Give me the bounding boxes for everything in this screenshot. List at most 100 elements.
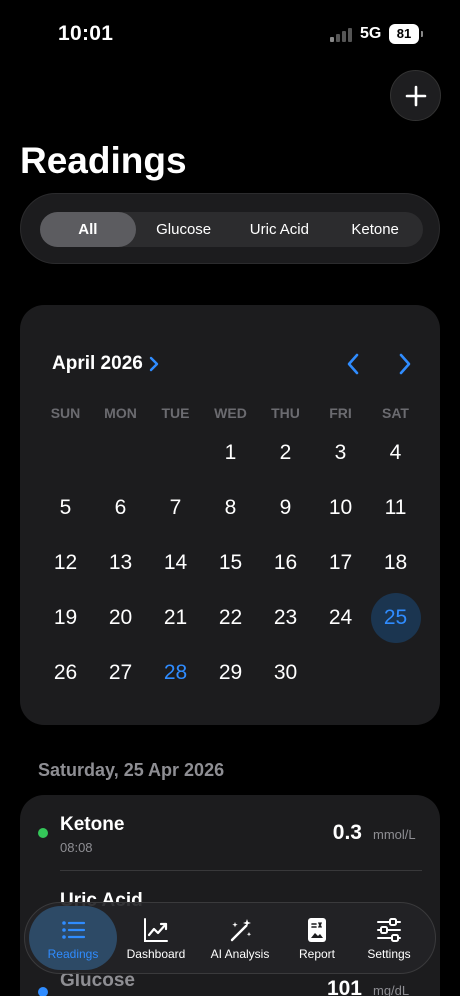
day-number: 23 — [273, 605, 298, 629]
filter-glucose[interactable]: Glucose — [136, 212, 232, 247]
reading-time: 08:08 — [60, 840, 93, 855]
calendar-day[interactable]: 16 — [258, 535, 313, 590]
calendar-day[interactable]: 5 — [38, 480, 93, 535]
calendar-day[interactable]: 26 — [38, 645, 93, 700]
calendar-day[interactable]: 9 — [258, 480, 313, 535]
day-number: 29 — [218, 660, 243, 684]
day-number: 8 — [224, 495, 237, 519]
calendar-empty-cell — [93, 425, 148, 480]
calendar-day[interactable]: 28 — [148, 645, 203, 700]
sliders-icon — [377, 917, 401, 942]
day-number: 26 — [53, 660, 78, 684]
filter-segmented-control: All Glucose Uric Acid Ketone — [40, 212, 423, 247]
chevron-left-icon — [347, 353, 359, 375]
filter-all[interactable]: All — [40, 212, 136, 247]
day-number: 12 — [53, 550, 78, 574]
calendar-day[interactable]: 21 — [148, 590, 203, 645]
calendar-day[interactable]: 11 — [368, 480, 423, 535]
calendar-day[interactable]: 12 — [38, 535, 93, 590]
reading-type: Ketone — [60, 814, 125, 835]
tab-settings[interactable]: Settings — [349, 906, 429, 970]
calendar-day[interactable]: 7 — [148, 480, 203, 535]
day-number: 6 — [114, 495, 127, 519]
weekday-label: TUE — [161, 405, 190, 421]
previous-month-button[interactable] — [340, 349, 366, 379]
day-number: 3 — [334, 440, 347, 464]
calendar-days-grid: 1 2 3 4 5 6 7 8 9 10 11 12 13 14 15 16 17 18 19 20 21 22 23 24 2… — [38, 425, 423, 700]
day-number: 20 — [108, 605, 133, 629]
battery-icon: 81 — [389, 24, 423, 44]
weekday-label: SAT — [382, 405, 409, 421]
calendar-day[interactable]: 3 — [313, 425, 368, 480]
status-dot — [38, 828, 48, 838]
tab-report[interactable]: Report — [285, 906, 349, 970]
tab-ai-analysis[interactable]: AI Analysis — [195, 906, 285, 970]
calendar-day[interactable]: 30 — [258, 645, 313, 700]
status-dot — [38, 987, 48, 996]
calendar-card: April 2026 SUN MON TUE WED THU FRI SAT 1… — [20, 305, 440, 725]
calendar-day[interactable]: 25 — [368, 590, 423, 645]
calendar-day[interactable]: 6 — [93, 480, 148, 535]
chevron-right-icon — [149, 356, 159, 372]
calendar-empty-cell — [313, 645, 368, 700]
calendar-empty-cell — [148, 425, 203, 480]
tab-readings[interactable]: Readings — [29, 906, 117, 970]
day-number: 1 — [224, 440, 237, 464]
weekday-label: THU — [271, 405, 300, 421]
day-number: 5 — [59, 495, 72, 519]
calendar-day[interactable]: 23 — [258, 590, 313, 645]
weekday-header: SUN MON TUE WED THU FRI SAT — [38, 405, 423, 421]
tab-label: AI Analysis — [210, 946, 270, 961]
calendar-day[interactable]: 18 — [368, 535, 423, 590]
tab-dashboard[interactable]: Dashboard — [117, 906, 195, 970]
calendar-day[interactable]: 24 — [313, 590, 368, 645]
month-picker[interactable]: April 2026 — [52, 353, 159, 375]
weekday-label: SUN — [50, 405, 81, 421]
reading-row[interactable]: Ketone 08:08 0.3 mmol/L — [20, 795, 440, 871]
calendar-day[interactable]: 10 — [313, 480, 368, 535]
calendar-day[interactable]: 2 — [258, 425, 313, 480]
reading-value: 0.3 — [332, 821, 362, 844]
sparkle-wand-icon — [230, 918, 252, 941]
day-number: 11 — [384, 495, 407, 519]
calendar-day[interactable]: 20 — [93, 590, 148, 645]
signal-icon — [330, 28, 352, 42]
reading-value: 101 — [326, 977, 362, 996]
page-title: Readings — [20, 140, 187, 181]
filter-container: All Glucose Uric Acid Ketone — [20, 193, 440, 264]
calendar-day[interactable]: 14 — [148, 535, 203, 590]
calendar-day[interactable]: 22 — [203, 590, 258, 645]
day-number: 27 — [108, 660, 133, 684]
tab-label: Readings — [47, 946, 99, 961]
day-number: 16 — [273, 550, 298, 574]
weekday-label: WED — [214, 405, 247, 421]
filter-ketone[interactable]: Ketone — [327, 212, 423, 247]
add-reading-button[interactable] — [390, 70, 441, 121]
reading-unit: mmol/L — [373, 827, 416, 842]
calendar-day[interactable]: 13 — [93, 535, 148, 590]
day-number: 14 — [163, 550, 188, 574]
calendar-day[interactable]: 19 — [38, 590, 93, 645]
next-month-button[interactable] — [392, 349, 418, 379]
day-number: 19 — [53, 605, 78, 629]
tab-label: Settings — [367, 946, 411, 961]
calendar-day[interactable]: 8 — [203, 480, 258, 535]
calendar-day[interactable]: 1 — [203, 425, 258, 480]
tab-label: Report — [298, 946, 336, 961]
calendar-day[interactable]: 17 — [313, 535, 368, 590]
date-section-header: Saturday, 25 Apr 2026 — [38, 760, 225, 780]
plus-icon — [405, 85, 426, 106]
status-time: 10:01 — [58, 22, 114, 45]
status-bar: 10:01 5G 81 — [0, 0, 460, 70]
calendar-day[interactable]: 15 — [203, 535, 258, 590]
day-number: 9 — [279, 495, 292, 519]
day-number: 21 — [163, 605, 188, 629]
weekday-label: FRI — [329, 405, 352, 421]
calendar-day[interactable]: 29 — [203, 645, 258, 700]
network-label: 5G — [360, 25, 382, 42]
calendar-day[interactable]: 4 — [368, 425, 423, 480]
calendar-day[interactable]: 27 — [93, 645, 148, 700]
report-icon — [308, 917, 326, 942]
tab-bar: Readings Dashboard AI Analysis Report Se… — [24, 902, 436, 974]
filter-uric-acid[interactable]: Uric Acid — [232, 212, 328, 247]
